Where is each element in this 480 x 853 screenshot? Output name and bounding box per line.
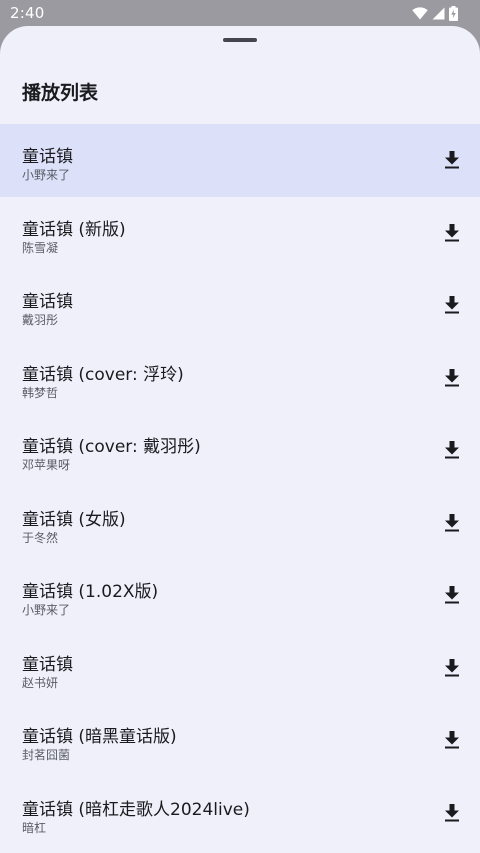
track-artist: 封茗囧菌 [22, 748, 71, 762]
track-title: 童话镇 [22, 292, 73, 312]
track-title: 童话镇 (cover: 浮玲) [22, 364, 184, 385]
download-button[interactable] [438, 436, 466, 464]
download-icon [445, 223, 459, 241]
track-row[interactable]: 童话镇 (暗杠走歌人2024live) 暗杠 [0, 777, 480, 850]
track-artist: 暗杠 [22, 820, 47, 835]
track-artist: 小野来了 [22, 603, 71, 617]
status-bar: 2:40 [0, 0, 480, 26]
wifi-icon [412, 6, 428, 20]
track-title: 童话镇 (新版) [22, 219, 126, 240]
download-icon [445, 658, 459, 676]
track-title: 童话镇 (暗杠走歌人2024live) [22, 799, 250, 820]
download-button[interactable] [438, 726, 466, 754]
download-button[interactable] [438, 364, 466, 392]
track-row[interactable]: 童话镇 (1.02X版) 小野来了 [0, 559, 480, 632]
download-button[interactable] [438, 799, 466, 827]
download-icon [445, 803, 459, 821]
download-button[interactable] [438, 654, 466, 682]
track-row[interactable]: 童话镇 (女版) 于冬然 [0, 487, 480, 560]
track-artist: 小野来了 [22, 168, 71, 182]
download-icon [445, 731, 459, 749]
track-title: 童话镇 (女版) [22, 509, 126, 530]
status-time: 2:40 [10, 4, 45, 22]
cellular-signal-icon [432, 7, 445, 20]
download-icon [445, 296, 459, 314]
track-row[interactable]: 童话镇 (新版) 陈雪凝 [0, 197, 480, 270]
download-icon [445, 368, 459, 386]
track-artist: 陈雪凝 [22, 240, 59, 255]
track-artist: 韩梦哲 [22, 385, 59, 400]
track-title: 童话镇 [22, 147, 73, 167]
track-row[interactable]: 童话镇 (cover: 戴羽彤) 邓苹果呀 [0, 414, 480, 487]
download-button[interactable] [438, 291, 466, 319]
track-title: 童话镇 (暗黑童话版) [22, 727, 177, 747]
track-row[interactable]: 童话镇 赵书妍 [0, 632, 480, 705]
download-icon [445, 151, 459, 169]
track-title: 童话镇 (1.02X版) [22, 582, 159, 602]
track-artist: 赵书妍 [22, 675, 59, 690]
track-artist: 邓苹果呀 [22, 458, 71, 472]
battery-charging-icon [449, 5, 458, 21]
track-row[interactable]: 童话镇 (暗黑童话版) 封茗囧菌 [0, 704, 480, 777]
status-icons [412, 5, 458, 21]
track-row[interactable]: 童话镇 (cover: 浮玲) 韩梦哲 [0, 342, 480, 415]
drag-handle[interactable] [223, 38, 257, 42]
download-button[interactable] [438, 146, 466, 174]
download-icon [445, 586, 459, 604]
sheet-title: 播放列表 [22, 82, 99, 104]
track-row[interactable]: 童话镇 戴羽彤 [0, 269, 480, 342]
playlist-bottom-sheet: 播放列表 童话镇 小野来了 童话镇 (新版) 陈雪凝 童话镇 戴羽彤 童话镇 (… [0, 26, 480, 853]
track-title: 童话镇 [22, 654, 73, 675]
download-button[interactable] [438, 581, 466, 609]
track-title: 童话镇 (cover: 戴羽彤) [22, 437, 201, 457]
download-icon [445, 441, 459, 459]
download-button[interactable] [438, 219, 466, 247]
download-icon [445, 513, 459, 531]
download-button[interactable] [438, 509, 466, 537]
track-list: 童话镇 小野来了 童话镇 (新版) 陈雪凝 童话镇 戴羽彤 童话镇 (cover… [0, 124, 480, 849]
track-artist: 戴羽彤 [22, 313, 59, 327]
track-row[interactable]: 童话镇 小野来了 [0, 124, 480, 197]
track-artist: 于冬然 [22, 530, 59, 545]
